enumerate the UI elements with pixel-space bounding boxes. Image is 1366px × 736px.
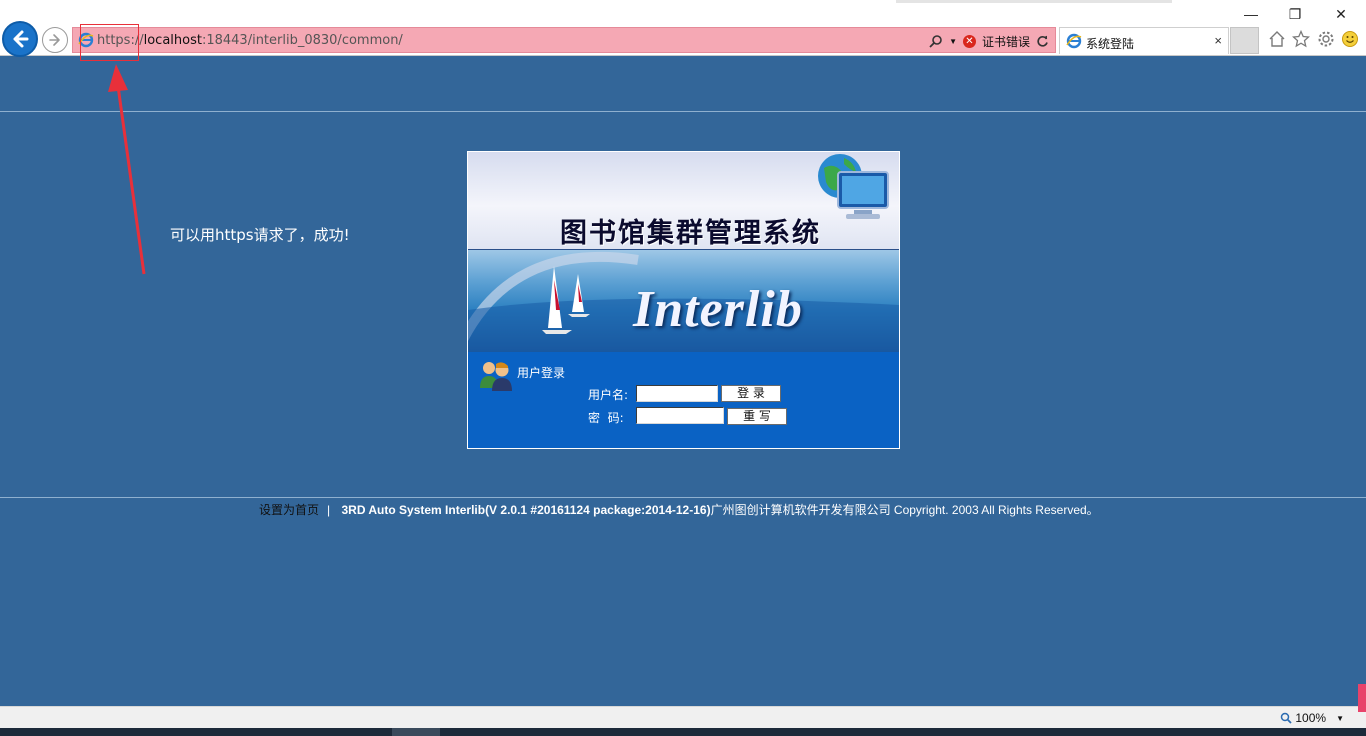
search-dropdown-icon[interactable]: ▼ (949, 37, 957, 46)
login-heading: 用户登录 (517, 366, 566, 380)
annotation-text: 可以用https请求了，成功! (170, 226, 350, 244)
banner-title: 图书馆集群管理系统 (560, 218, 821, 249)
username-label: 用户名: (588, 388, 629, 402)
settings-gear-icon[interactable] (1315, 28, 1337, 50)
back-arrow-icon (13, 30, 29, 48)
reset-button[interactable]: 重 写 (727, 408, 787, 425)
footer-divider (0, 497, 1366, 498)
zoom-dropdown-icon[interactable]: ▼ (1336, 714, 1344, 723)
url-host: localhost (143, 33, 202, 48)
url-path: :18443/interlib_0830/common/ (201, 33, 403, 48)
new-tab-button[interactable] (1230, 27, 1259, 54)
address-tools: ▼ ✕ 证书错误 (929, 31, 1049, 51)
annotation-arrow (108, 64, 146, 275)
url-text[interactable]: https://localhost:18443/interlib_0830/co… (97, 33, 403, 48)
banner-brand: Interlib (633, 281, 803, 338)
tab-close-icon[interactable]: × (1214, 33, 1222, 48)
minimize-button[interactable]: — (1236, 4, 1266, 24)
edge-indicator (1358, 684, 1366, 712)
taskbar-item[interactable] (392, 728, 440, 736)
username-input[interactable] (636, 385, 718, 402)
footer-product: 3RD Auto System Interlib(V 2.0.1 #201611… (341, 503, 711, 517)
globe-monitor-icon (818, 154, 889, 219)
set-homepage-link[interactable]: 设置为首页 (259, 503, 319, 517)
cert-error-label[interactable]: 证书错误 (982, 33, 1030, 50)
favorites-star-icon[interactable] (1290, 28, 1312, 50)
footer-separator: | (327, 503, 331, 517)
forward-arrow-icon (49, 34, 60, 46)
login-panel: 图书馆集群管理系统 Interlib 用户登录 用户名: 登 录 密 码: 重 … (467, 151, 900, 449)
address-bar[interactable]: https://localhost:18443/interlib_0830/co… (72, 27, 1056, 53)
zoom-icon (1281, 712, 1293, 724)
tab-title: 系统登陆 (1086, 37, 1135, 51)
search-icon[interactable] (929, 34, 943, 48)
login-button[interactable]: 登 录 (721, 385, 781, 402)
titlebar-strip (896, 0, 1172, 3)
refresh-icon[interactable] (1036, 35, 1049, 48)
home-icon[interactable] (1266, 28, 1288, 50)
restore-button[interactable]: ❐ (1280, 4, 1310, 24)
browser-chrome: — ❐ ✕ https://localhost:18443/interlib_0… (0, 0, 1366, 61)
tab-login[interactable]: 系统登陆 × (1059, 27, 1229, 54)
users-icon (480, 362, 512, 391)
zoom-level: 100% (1295, 711, 1327, 725)
password-label: 密 码: (588, 411, 624, 425)
footer-copyright: 广州图创计算机软件开发有限公司 Copyright. 2003 All Righ… (710, 503, 1099, 517)
password-input[interactable] (636, 407, 724, 424)
login-form: 用户登录 用户名: 登 录 密 码: 重 写 (468, 352, 899, 448)
close-window-button[interactable]: ✕ (1326, 4, 1356, 24)
top-divider (0, 111, 1366, 112)
zoom-control[interactable]: 100% ▼ (1280, 711, 1344, 725)
footer: 设置为首页 | 3RD Auto System Interlib(V 2.0.1 … (259, 501, 1099, 518)
ie-tab-icon (1066, 33, 1082, 49)
smiley-feedback-icon[interactable] (1339, 28, 1361, 50)
login-banner: 图书馆集群管理系统 Interlib (468, 152, 899, 352)
cert-error-icon: ✕ (962, 34, 976, 48)
taskbar (0, 728, 1366, 736)
status-bar: 100% ▼ (0, 706, 1366, 728)
back-button[interactable] (2, 21, 38, 57)
forward-button[interactable] (42, 27, 68, 53)
